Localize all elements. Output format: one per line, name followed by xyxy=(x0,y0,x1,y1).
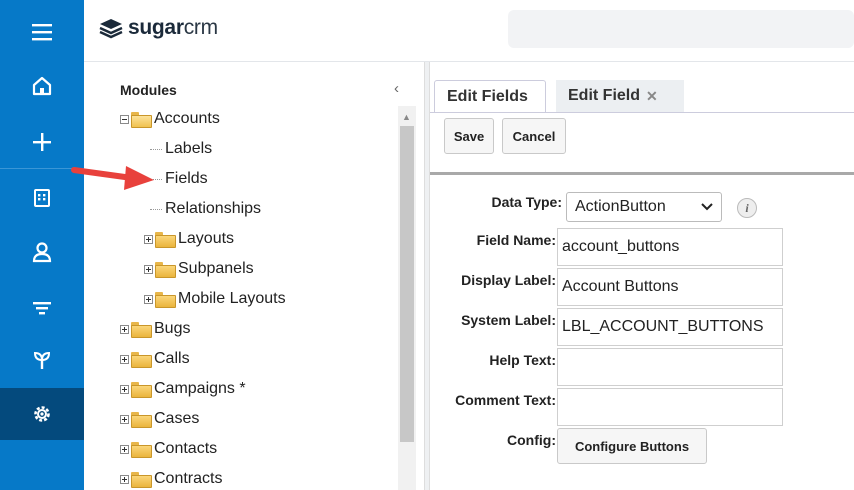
comment-text-label: Comment Text: xyxy=(455,392,556,408)
user-icon[interactable] xyxy=(0,230,84,274)
expand-node-icon[interactable] xyxy=(120,414,129,424)
folder-icon xyxy=(131,382,152,398)
modules-tree-panel: Modules ‹ Accounts Labels Fields Relatio… xyxy=(84,62,424,490)
tree-item-mobile-layouts[interactable]: Mobile Layouts xyxy=(144,288,286,310)
expand-node-icon[interactable] xyxy=(120,324,129,334)
home-icon[interactable] xyxy=(0,64,84,108)
sugarcrm-logo[interactable]: sugarcrm xyxy=(98,16,218,40)
tree-item-campaigns[interactable]: Campaigns * xyxy=(120,378,246,400)
logo-text: sugarcrm xyxy=(128,16,218,39)
tree-item-contacts[interactable]: Contacts xyxy=(120,438,217,460)
nav-rail xyxy=(0,0,84,490)
tree-item-fields[interactable]: Fields xyxy=(150,168,208,190)
expand-node-icon[interactable] xyxy=(144,234,153,244)
red-arrow-annotation xyxy=(71,166,154,190)
folder-icon xyxy=(155,232,176,248)
folder-icon xyxy=(131,412,152,428)
folder-icon xyxy=(131,472,152,488)
collapse-node-icon[interactable] xyxy=(120,114,129,124)
system-label-label: System Label: xyxy=(461,312,556,328)
expand-node-icon[interactable] xyxy=(120,444,129,454)
expand-node-icon[interactable] xyxy=(120,474,129,484)
cancel-button[interactable]: Cancel xyxy=(502,118,566,154)
folder-icon xyxy=(131,352,152,368)
info-icon[interactable]: i xyxy=(737,198,757,218)
folder-icon xyxy=(131,442,152,458)
tree-item-accounts[interactable]: Accounts xyxy=(120,108,220,130)
configure-buttons-button[interactable]: Configure Buttons xyxy=(557,428,707,464)
scroll-up-icon[interactable]: ▲ xyxy=(402,112,411,122)
tab-edit-field[interactable]: Edit Field ✕ xyxy=(556,80,684,112)
tab-bar: Edit Fields Edit Field ✕ xyxy=(430,62,854,114)
edit-field-panel: Edit Fields Edit Field ✕ Save Cancel Dat… xyxy=(430,62,854,490)
tree-item-contracts[interactable]: Contracts xyxy=(120,468,222,490)
global-search-input[interactable] xyxy=(508,10,854,48)
folder-icon xyxy=(155,262,176,278)
chevron-down-icon xyxy=(701,203,713,211)
display-label-input[interactable]: Account Buttons xyxy=(557,268,783,306)
tree-item-cases[interactable]: Cases xyxy=(120,408,199,430)
system-label-input[interactable]: LBL_ACCOUNT_BUTTONS xyxy=(557,308,783,346)
tree-item-layouts[interactable]: Layouts xyxy=(144,228,234,250)
top-header: sugarcrm xyxy=(84,0,854,62)
expand-node-icon[interactable] xyxy=(120,354,129,364)
config-label: Config: xyxy=(507,432,556,448)
gear-icon[interactable] xyxy=(0,388,84,440)
modules-heading: Modules xyxy=(120,82,177,98)
tree-item-bugs[interactable]: Bugs xyxy=(120,318,190,340)
field-name-label: Field Name: xyxy=(476,232,556,248)
app-window: { "header": { "logo_bold": "sugar", "log… xyxy=(0,0,854,490)
collapse-panel-icon[interactable]: ‹ xyxy=(394,80,399,97)
save-button[interactable]: Save xyxy=(444,118,494,154)
menu-icon[interactable] xyxy=(0,10,84,54)
tree-item-calls[interactable]: Calls xyxy=(120,348,190,370)
help-text-label: Help Text: xyxy=(489,352,556,368)
tree-item-subpanels[interactable]: Subpanels xyxy=(144,258,254,280)
toolbar-divider xyxy=(430,172,854,175)
logo-stack-icon xyxy=(99,19,123,39)
display-label-label: Display Label: xyxy=(461,272,556,288)
tab-edit-fields[interactable]: Edit Fields xyxy=(434,80,546,112)
close-tab-icon[interactable]: ✕ xyxy=(646,88,658,105)
plant-icon[interactable] xyxy=(0,338,84,382)
filter-icon[interactable] xyxy=(0,286,84,330)
help-text-input[interactable] xyxy=(557,348,783,386)
comment-text-input[interactable] xyxy=(557,388,783,426)
tree-scrollbar-thumb[interactable] xyxy=(400,126,414,442)
expand-node-icon[interactable] xyxy=(144,294,153,304)
field-name-input[interactable]: account_buttons xyxy=(557,228,783,266)
data-type-select[interactable]: ActionButton xyxy=(566,192,722,222)
folder-icon xyxy=(131,322,152,338)
expand-node-icon[interactable] xyxy=(144,264,153,274)
data-type-label: Data Type: xyxy=(491,194,562,210)
tree-item-relationships[interactable]: Relationships xyxy=(150,198,261,220)
folder-open-icon xyxy=(131,112,152,128)
expand-node-icon[interactable] xyxy=(120,384,129,394)
tree-item-labels[interactable]: Labels xyxy=(150,138,212,160)
folder-icon xyxy=(155,292,176,308)
